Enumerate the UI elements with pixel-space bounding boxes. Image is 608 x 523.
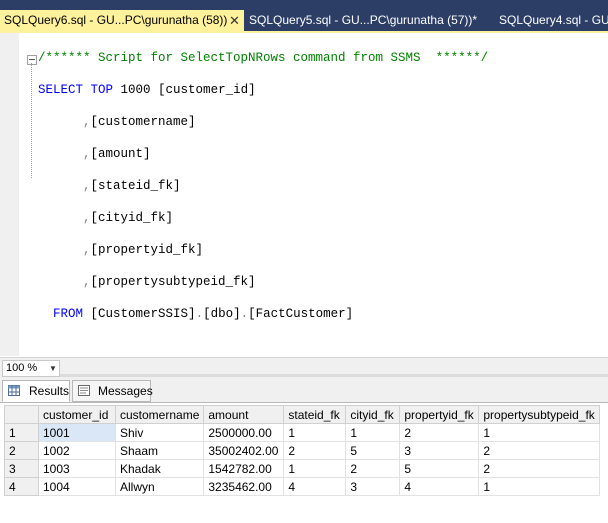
- document-tab-strip: SQLQuery6.sql - GU...PC\gurunatha (58)) …: [0, 0, 608, 33]
- grid-cell[interactable]: 3235462.00: [203, 477, 285, 496]
- tab-results[interactable]: Results: [2, 380, 70, 402]
- tab-label: SQLQuery5.sql - GU...PC\gurunatha (57))*: [249, 13, 478, 27]
- grid-cell[interactable]: 1003: [38, 459, 116, 478]
- chevron-down-icon[interactable]: ▼: [49, 361, 57, 376]
- row-number-cell[interactable]: 2: [4, 441, 39, 460]
- table-row[interactable]: 2 1002 Shaam 35002402.00 2 5 3 2: [4, 441, 600, 460]
- grid-column-header[interactable]: customername: [114, 405, 205, 424]
- grid-column-header[interactable]: propertysubtypeid_fk: [478, 405, 600, 424]
- grid-cell[interactable]: Khadak: [114, 459, 205, 478]
- grid-icon: [8, 385, 20, 396]
- code-line-select: SELECT TOP 1000 [customer_id]: [38, 82, 488, 98]
- grid-cell[interactable]: 2500000.00: [203, 423, 285, 442]
- sql-keyword-select: SELECT: [38, 83, 84, 97]
- sql-column: [propertyid_fk]: [90, 243, 204, 257]
- grid-cell[interactable]: 4: [283, 477, 347, 496]
- row-number-cell[interactable]: 4: [4, 477, 39, 496]
- grid-cell[interactable]: 1: [478, 477, 600, 496]
- sql-top-clause: 1000 [customer_id]: [113, 83, 256, 97]
- grid-cell[interactable]: 2: [345, 459, 401, 478]
- row-number-cell[interactable]: 1: [4, 423, 39, 442]
- grid-cell[interactable]: Shaam: [114, 441, 205, 460]
- sql-from-schema: [dbo]: [203, 307, 241, 321]
- grid-cell[interactable]: 1: [283, 423, 347, 442]
- grid-cell[interactable]: 3: [399, 441, 480, 460]
- grid-column-header[interactable]: cityid_fk: [345, 405, 401, 424]
- code-line-comment: /****** Script for SelectTopNRows comman…: [38, 50, 488, 66]
- sql-column: [cityid_fk]: [90, 211, 174, 225]
- grid-column-header[interactable]: customer_id: [38, 405, 116, 424]
- code-line-column: ,[cityid_fk]: [83, 211, 174, 225]
- code-line-column: ,[customername]: [83, 115, 196, 129]
- result-tabs-bar: Results Messages: [0, 378, 608, 402]
- grid-cell[interactable]: 2: [478, 459, 600, 478]
- grid-cell[interactable]: Shiv: [114, 423, 205, 442]
- zoom-bar: 100 % ▼: [0, 357, 608, 378]
- horizontal-scrollbar[interactable]: [60, 374, 608, 377]
- grid-cell[interactable]: 5: [345, 441, 401, 460]
- code-line-column: ,[propertysubtypeid_fk]: [83, 275, 256, 289]
- grid-header-row: customer_id customername amount stateid_…: [4, 405, 600, 424]
- grid-column-header[interactable]: amount: [203, 405, 285, 424]
- close-icon[interactable]: ✕: [229, 10, 240, 31]
- grid-cell[interactable]: 2: [399, 423, 480, 442]
- tab-messages-label: Messages: [98, 384, 153, 398]
- change-tracking-bar: [19, 33, 23, 356]
- grid-cell[interactable]: 5: [399, 459, 480, 478]
- grid-cell[interactable]: 3: [345, 477, 401, 496]
- zoom-value: 100 %: [6, 362, 38, 374]
- grid-cell[interactable]: 2: [283, 441, 347, 460]
- grid-column-header[interactable]: propertyid_fk: [399, 405, 480, 424]
- grid-cell[interactable]: 1: [283, 459, 347, 478]
- code-line-column: ,[stateid_fk]: [83, 179, 181, 193]
- tab-messages[interactable]: Messages: [72, 380, 153, 402]
- sql-column: [propertysubtypeid_fk]: [90, 275, 256, 289]
- grid-cell[interactable]: 2: [478, 441, 600, 460]
- grid-cell[interactable]: Allwyn: [114, 477, 205, 496]
- grid-cell[interactable]: 1: [345, 423, 401, 442]
- query-editor[interactable]: /****** Script for SelectTopNRows comman…: [0, 33, 608, 356]
- sql-column: [amount]: [90, 147, 151, 161]
- grid-column-header[interactable]: stateid_fk: [283, 405, 347, 424]
- grid-cell[interactable]: 35002402.00: [203, 441, 285, 460]
- sql-comment: /****** Script for SelectTopNRows comman…: [38, 51, 489, 65]
- results-grid-area: customer_id customername amount stateid_…: [0, 402, 608, 523]
- code-line-column: ,[propertyid_fk]: [83, 243, 204, 257]
- tab-sqlquery6[interactable]: SQLQuery6.sql - GU...PC\gurunatha (58)) …: [0, 10, 244, 31]
- grid-cell[interactable]: 1001: [38, 423, 116, 442]
- results-grid[interactable]: customer_id customername amount stateid_…: [4, 405, 600, 496]
- grid-cell[interactable]: 1002: [38, 441, 116, 460]
- sql-from-database: [CustomerSSIS]: [83, 307, 196, 321]
- sql-code[interactable]: /****** Script for SelectTopNRows comman…: [38, 34, 488, 354]
- table-row[interactable]: 1 1001 Shiv 2500000.00 1 1 2 1: [4, 423, 600, 442]
- outline-guide: [31, 63, 33, 178]
- sql-from-table: [FactCustomer]: [248, 307, 354, 321]
- grid-cell[interactable]: 1004: [38, 477, 116, 496]
- table-row[interactable]: 3 1003 Khadak 1542782.00 1 2 5 2: [4, 459, 600, 478]
- sql-column: [customername]: [90, 115, 196, 129]
- row-number-cell[interactable]: 3: [4, 459, 39, 478]
- tab-results-label: Results: [29, 384, 70, 398]
- code-line-column: ,[amount]: [83, 147, 151, 161]
- grid-corner-cell[interactable]: [4, 405, 39, 424]
- code-line-from: FROM [CustomerSSIS].[dbo].[FactCustomer]: [53, 307, 354, 321]
- messages-icon: [78, 385, 90, 396]
- table-row[interactable]: 4 1004 Allwyn 3235462.00 4 3 4 1: [4, 477, 600, 496]
- grid-cell[interactable]: 1: [478, 423, 600, 442]
- tab-label: SQLQuery6.sql - GU...PC\gurunatha (58)): [4, 13, 228, 27]
- tab-sqlquery5[interactable]: SQLQuery5.sql - GU...PC\gurunatha (57))*: [249, 10, 477, 31]
- grid-cell[interactable]: 1542782.00: [203, 459, 285, 478]
- editor-margin: [0, 33, 19, 356]
- tab-sqlquery4[interactable]: SQLQuery4.sql - GU: [499, 10, 608, 31]
- sql-keyword-from: FROM: [53, 307, 84, 321]
- tab-label: SQLQuery4.sql - GU: [499, 13, 608, 27]
- sql-keyword-top: TOP: [90, 83, 114, 97]
- grid-cell[interactable]: 4: [399, 477, 480, 496]
- zoom-dropdown[interactable]: 100 % ▼: [2, 360, 60, 377]
- sql-column: [stateid_fk]: [90, 179, 181, 193]
